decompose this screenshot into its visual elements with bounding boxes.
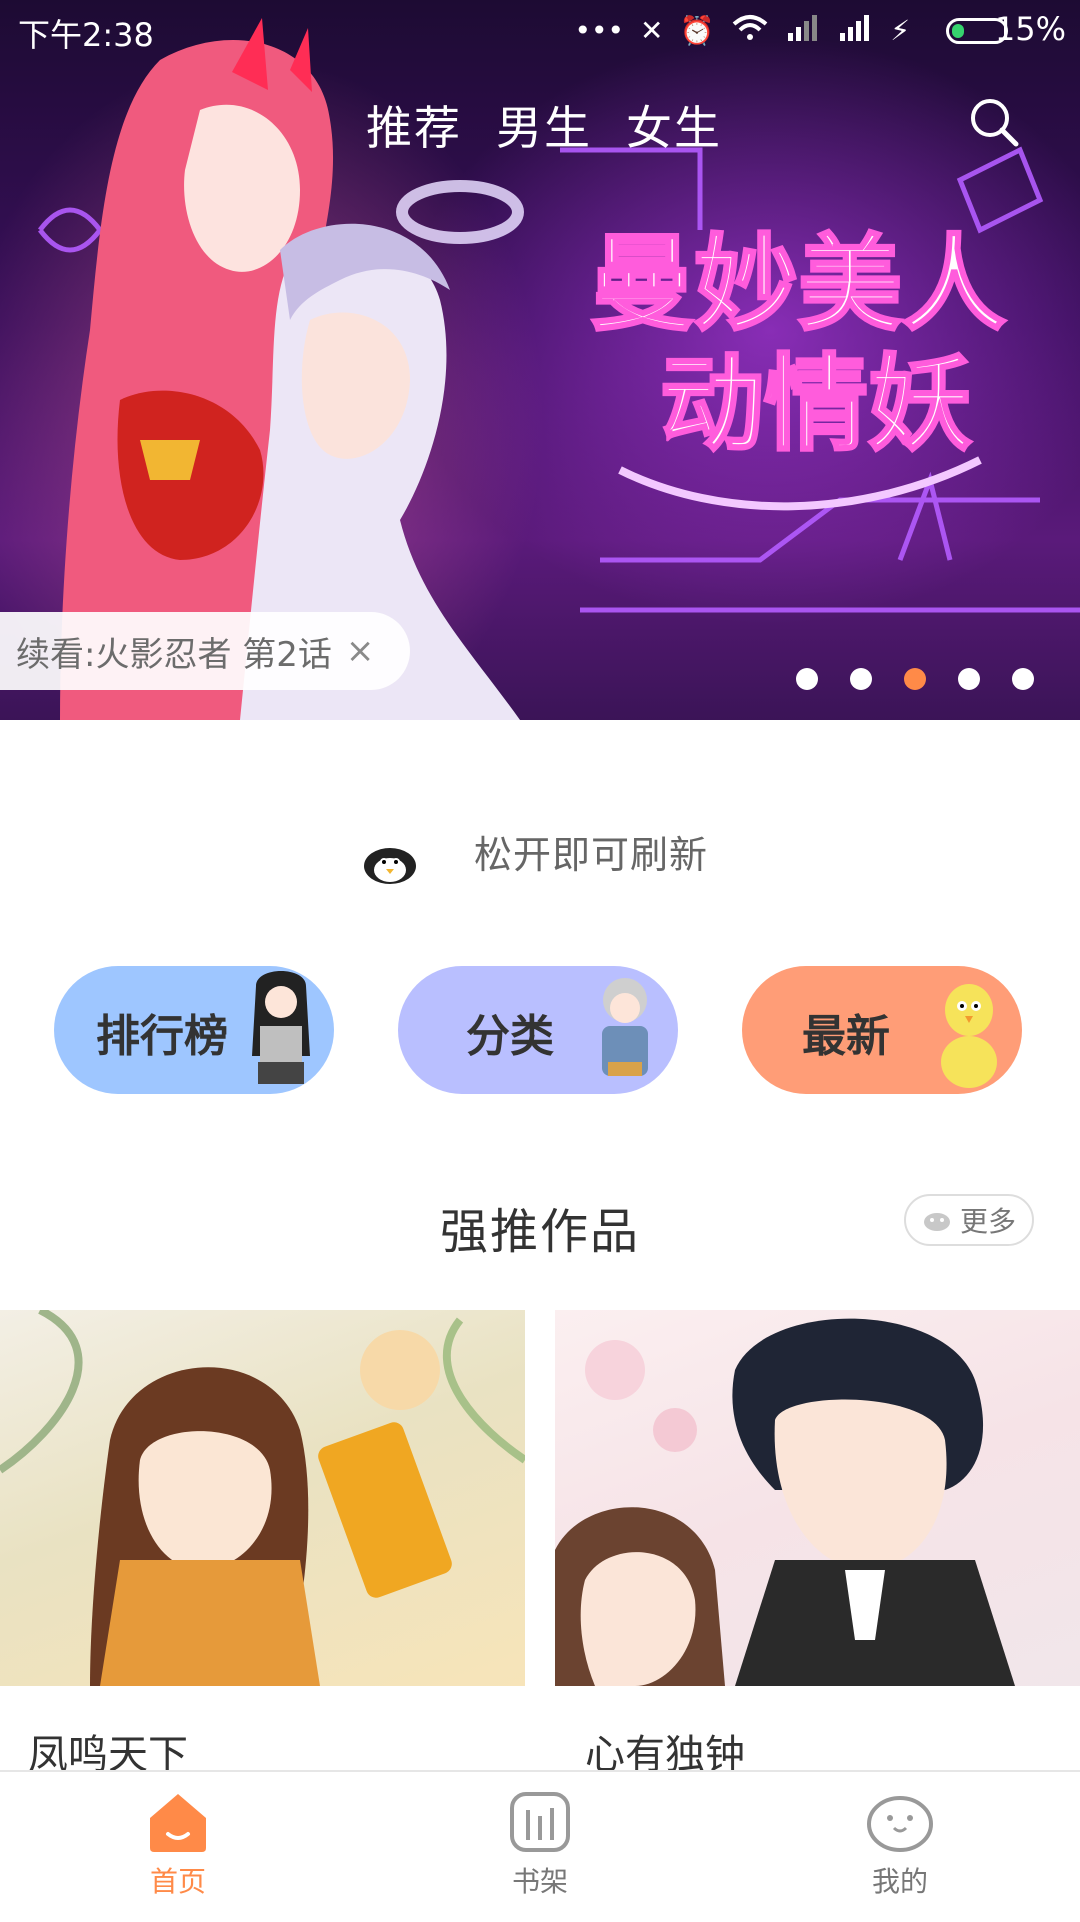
carousel-dot[interactable] bbox=[958, 668, 980, 690]
continue-reading-label: 续看:火影忍者 第2话 bbox=[16, 634, 332, 675]
latest-label: 最新 bbox=[802, 1011, 890, 1062]
more-dots-icon: ••• bbox=[574, 14, 624, 47]
svg-text:动情妖: 动情妖 bbox=[660, 343, 972, 465]
ranking-character-icon bbox=[252, 971, 310, 1084]
battery-percent: 15% bbox=[994, 10, 1066, 48]
carousel-dot-active[interactable] bbox=[904, 668, 926, 690]
comic-cover-art bbox=[555, 1318, 1015, 1686]
tab-home[interactable]: 首页 bbox=[108, 1790, 248, 1920]
tab-recommend[interactable]: 推荐 bbox=[366, 92, 462, 158]
top-nav: 推荐 男生 女生 bbox=[366, 92, 722, 158]
refresh-text: 松开即可刷新 bbox=[474, 833, 709, 877]
latest-button[interactable]: 最新 bbox=[742, 966, 1022, 1094]
alarm-icon: ⏰ bbox=[679, 14, 715, 47]
tab-male[interactable]: 男生 bbox=[496, 92, 592, 158]
category-character-icon bbox=[602, 978, 648, 1076]
tab-profile[interactable]: 我的 bbox=[830, 1790, 970, 1920]
wifi-icon bbox=[730, 12, 770, 50]
penguin-mascot-icon bbox=[364, 848, 416, 884]
more-label: 更多 bbox=[959, 1205, 1016, 1238]
status-bar: 下午2:38 ••• ✕ ⏰ ⚡ 15% bbox=[0, 0, 1080, 60]
ranking-label: 排行榜 bbox=[96, 1011, 228, 1062]
signal-icon bbox=[838, 13, 874, 49]
comic-card-cover[interactable] bbox=[0, 1310, 525, 1686]
continue-reading-pill[interactable]: 续看:火影忍者 第2话 × bbox=[0, 612, 410, 690]
search-button[interactable] bbox=[968, 96, 1020, 148]
more-button[interactable]: 更多 bbox=[904, 1194, 1034, 1246]
carousel-indicator bbox=[796, 668, 1034, 690]
carousel-dot[interactable] bbox=[796, 668, 818, 690]
battery-fill bbox=[952, 24, 964, 38]
pull-refresh-indicator: 松开即可刷新 bbox=[0, 820, 1080, 900]
profile-icon bbox=[867, 1796, 933, 1852]
carousel-dot[interactable] bbox=[850, 668, 872, 690]
charging-icon: ⚡ bbox=[890, 14, 910, 47]
home-icon bbox=[150, 1794, 206, 1852]
ranking-button[interactable]: 排行榜 bbox=[54, 966, 334, 1094]
tab-female[interactable]: 女生 bbox=[626, 92, 722, 158]
svg-text:曼妙美人: 曼妙美人 bbox=[590, 223, 1006, 345]
status-icons: ••• ✕ ⏰ ⚡ bbox=[574, 12, 910, 50]
signal-icon bbox=[786, 13, 822, 49]
tab-profile-label: 我的 bbox=[871, 1865, 928, 1898]
bottom-nav: 首页 书架 我的 bbox=[0, 1770, 1080, 1922]
comic-cover-art bbox=[0, 1310, 525, 1686]
status-time: 下午2:38 bbox=[18, 16, 154, 54]
search-icon bbox=[971, 99, 1019, 147]
tab-bookshelf[interactable]: 书架 bbox=[470, 1790, 610, 1920]
tab-home-label: 首页 bbox=[149, 1865, 206, 1898]
hero-banner[interactable]: 曼妙美人 动情妖 下午2:38 ••• ✕ ⏰ ⚡ 15% 推荐 男生 女生 续… bbox=[0, 0, 1080, 720]
category-label: 分类 bbox=[466, 1011, 554, 1062]
tab-bookshelf-label: 书架 bbox=[511, 1865, 568, 1898]
close-icon[interactable]: × bbox=[346, 631, 375, 671]
bookshelf-icon bbox=[510, 1792, 570, 1852]
vibrate-off-icon: ✕ bbox=[639, 14, 664, 47]
carousel-dot[interactable] bbox=[1012, 668, 1034, 690]
latest-chick-icon bbox=[941, 984, 997, 1088]
more-mascot-icon bbox=[923, 1213, 950, 1231]
category-button[interactable]: 分类 bbox=[398, 966, 678, 1094]
comic-card-cover[interactable] bbox=[555, 1310, 1080, 1686]
